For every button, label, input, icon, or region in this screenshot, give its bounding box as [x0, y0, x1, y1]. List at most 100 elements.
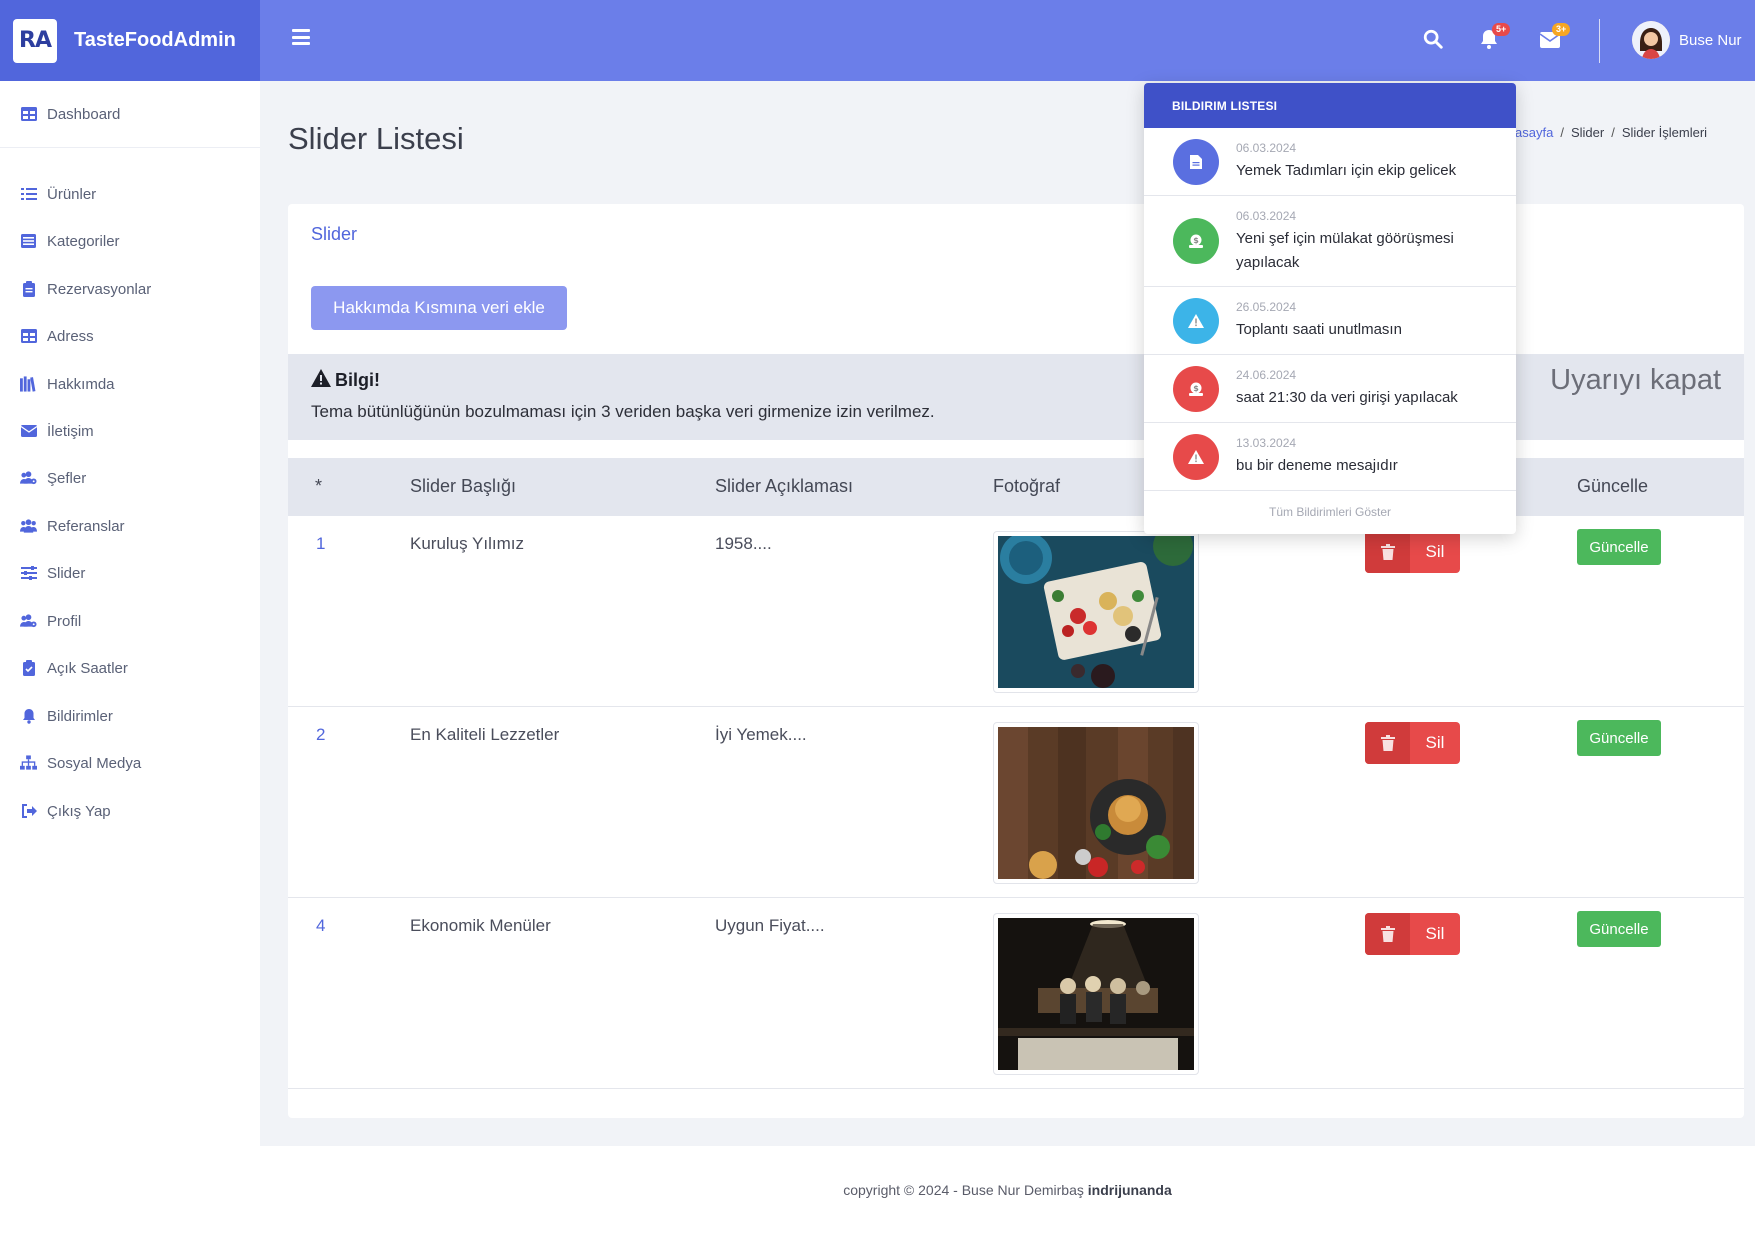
notification-text: Yemek Tadımları için ekip gelicek — [1236, 162, 1457, 179]
footer: copyright © 2024 - Buse Nur Demirbaş ind… — [260, 1146, 1755, 1235]
user-menu[interactable]: Buse Nur — [1632, 21, 1742, 59]
update-button[interactable]: Güncelle — [1577, 720, 1661, 756]
warning-icon — [311, 369, 331, 392]
sidebar-item-efler[interactable]: Şefler — [0, 464, 260, 492]
trash-icon — [1365, 531, 1410, 573]
sidebar-item-adress[interactable]: Adress — [0, 322, 260, 350]
book-icon — [20, 376, 37, 393]
users-cog-icon — [20, 470, 37, 487]
search-icon[interactable] — [1422, 28, 1446, 52]
column-header-update: Güncelle — [1577, 476, 1649, 496]
sidebar-item-a-k-saatler[interactable]: Açık Saatler — [0, 654, 260, 682]
notification-item[interactable]: $06.03.2024 Yeni şef için mülakat göörüşm… — [1144, 196, 1516, 287]
trash-icon — [1365, 913, 1410, 955]
update-button[interactable]: Güncelle — [1577, 911, 1661, 947]
dismiss-alert-button[interactable]: Uyarıyı kapat — [1550, 364, 1721, 397]
alert-title-text: Bilgi! — [335, 370, 380, 390]
user-name: Buse Nur — [1679, 31, 1742, 49]
footer-brand-link[interactable]: indrijunanda — [1088, 1182, 1172, 1198]
slider-photo — [993, 722, 1199, 884]
sidebar: Dashboard Ürünler Kategoriler Rezervasyonl… — [0, 81, 260, 1235]
sidebar-item-hakk-mda[interactable]: Hakkımda — [0, 370, 260, 398]
breadcrumb-slider[interactable]: Slider — [1571, 125, 1604, 140]
row-title: Ekonomik Menüler — [410, 916, 551, 935]
sidebar-item-label: Hakkımda — [47, 375, 115, 393]
sidebar-item-label: Slider — [47, 564, 86, 582]
notification-item[interactable]: 06.03.2024 Yemek Tadımları için ekip geli… — [1144, 128, 1516, 196]
sidebar-item-profil[interactable]: Profil — [0, 607, 260, 635]
brand-name: TasteFoodAdmin — [74, 29, 236, 51]
sidebar-item-label: Bildirimler — [47, 707, 113, 725]
row-id: 4 — [316, 916, 326, 935]
alert-title: Bilgi! — [311, 369, 380, 392]
sidebar-divider — [0, 147, 260, 148]
column-header-title: Slider Başlığı — [410, 476, 517, 496]
delete-button[interactable]: Sil — [1365, 722, 1460, 764]
table-row: 2 En Kaliteli Lezzetler İyi Yemek.... Sil Gü… — [288, 707, 1744, 898]
show-all-notifications-link[interactable]: Tüm Bildirimleri Göster — [1144, 490, 1516, 534]
sidebar-item-k-yap[interactable]: Çıkış Yap — [0, 797, 260, 825]
sidebar-item-r-nler[interactable]: Ürünler — [0, 180, 260, 208]
sidebar-item-label: Kategoriler — [47, 232, 120, 250]
money-icon: $ — [1173, 218, 1219, 264]
slider-photo — [993, 913, 1199, 1075]
sidebar-item-sosyal-medya[interactable]: Sosyal Medya — [0, 749, 260, 777]
sidebar-item-referanslar[interactable]: Referanslar — [0, 512, 260, 540]
column-header-description: Slider Açıklaması — [715, 476, 854, 496]
notification-text: saat 21:30 da veri girişi yapılacak — [1236, 389, 1458, 406]
menu-toggle-icon[interactable] — [292, 29, 310, 45]
file-icon — [1173, 139, 1219, 185]
delete-button[interactable]: Sil — [1365, 531, 1460, 573]
sidebar-item-label: Profil — [47, 612, 82, 630]
users-cog-icon — [20, 613, 37, 630]
list-icon — [20, 186, 37, 203]
alert-text: Tema bütünlüğünün bozulmaması için 3 ver… — [311, 402, 935, 421]
notification-date: 13.03.2024 — [1236, 436, 1297, 450]
warning-icon — [1173, 298, 1219, 344]
svg-text:$: $ — [1193, 384, 1199, 393]
delete-button[interactable]: Sil — [1365, 913, 1460, 955]
update-button[interactable]: Güncelle — [1577, 529, 1661, 565]
slider-photo — [993, 531, 1199, 693]
add-data-button[interactable]: Hakkımda Kısmına veri ekle — [311, 286, 567, 330]
notification-item[interactable]: $24.06.2024 saat 21:30 da veri girişi yap… — [1144, 355, 1516, 423]
table-row: 1 Kuruluş Yılımız 1958.... Sil Güncelle — [288, 516, 1744, 707]
table-icon — [20, 106, 37, 123]
info-alert: Bilgi! Tema bütünlüğünün bozulmaması içi… — [288, 354, 1744, 440]
list-alt-icon — [20, 233, 37, 250]
envelope-icon — [20, 423, 37, 440]
warning-icon — [1173, 434, 1219, 480]
sidebar-item-label: Adress — [47, 327, 94, 345]
sidebar-item-label: Rezervasyonlar — [47, 280, 152, 298]
notification-date: 26.05.2024 — [1236, 300, 1297, 314]
notification-item[interactable]: 26.05.2024 Toplantı saati unutlmasın — [1144, 287, 1516, 355]
sidebar-item-label: Şefler — [47, 469, 87, 487]
delete-label: Sil — [1425, 733, 1445, 752]
topbar: RA TasteFoodAdmin 5+ 3+ Buse Nur — [0, 0, 1755, 81]
notification-item[interactable]: 13.03.2024 bu bir deneme mesajıdır — [1144, 423, 1516, 491]
brand[interactable]: RA TasteFoodAdmin — [0, 0, 260, 81]
sidebar-item-rezervasyonlar[interactable]: Rezervasyonlar — [0, 275, 260, 303]
table-icon — [20, 328, 37, 345]
sidebar-item-i-leti-im[interactable]: İletişim — [0, 417, 260, 445]
column-header-index: * — [315, 476, 323, 496]
notification-dropdown-header: BILDIRIM LISTESI — [1144, 83, 1516, 128]
bell-icon[interactable]: 5+ — [1479, 23, 1511, 52]
copyright-text: copyright © 2024 - Buse Nur Demirbaş — [843, 1182, 1088, 1198]
footer-text: copyright © 2024 - Buse Nur Demirbaş ind… — [260, 1182, 1755, 1198]
money-icon: $ — [1173, 366, 1219, 412]
sidebar-item-kategoriler[interactable]: Kategoriler — [0, 227, 260, 255]
clipboard-icon — [20, 281, 37, 298]
notification-text: Toplantı saati unutlmasın — [1236, 321, 1402, 338]
clipboard-check-icon — [20, 660, 37, 677]
envelope-icon[interactable]: 3+ — [1539, 23, 1571, 52]
sidebar-item-dashboard[interactable]: Dashboard — [0, 100, 260, 128]
svg-text:$: $ — [1193, 236, 1199, 245]
breadcrumb-home[interactable]: asayfa — [1515, 125, 1553, 140]
sidebar-item-slider[interactable]: Slider — [0, 559, 260, 587]
slider-card: Slider Hakkımda Kısmına veri ekle Bilgi!… — [288, 204, 1744, 1118]
sidebar-item-bildirimler[interactable]: Bildirimler — [0, 702, 260, 730]
notification-date: 06.03.2024 — [1236, 141, 1297, 155]
row-description: 1958.... — [715, 534, 772, 553]
sliders-icon — [20, 565, 37, 582]
